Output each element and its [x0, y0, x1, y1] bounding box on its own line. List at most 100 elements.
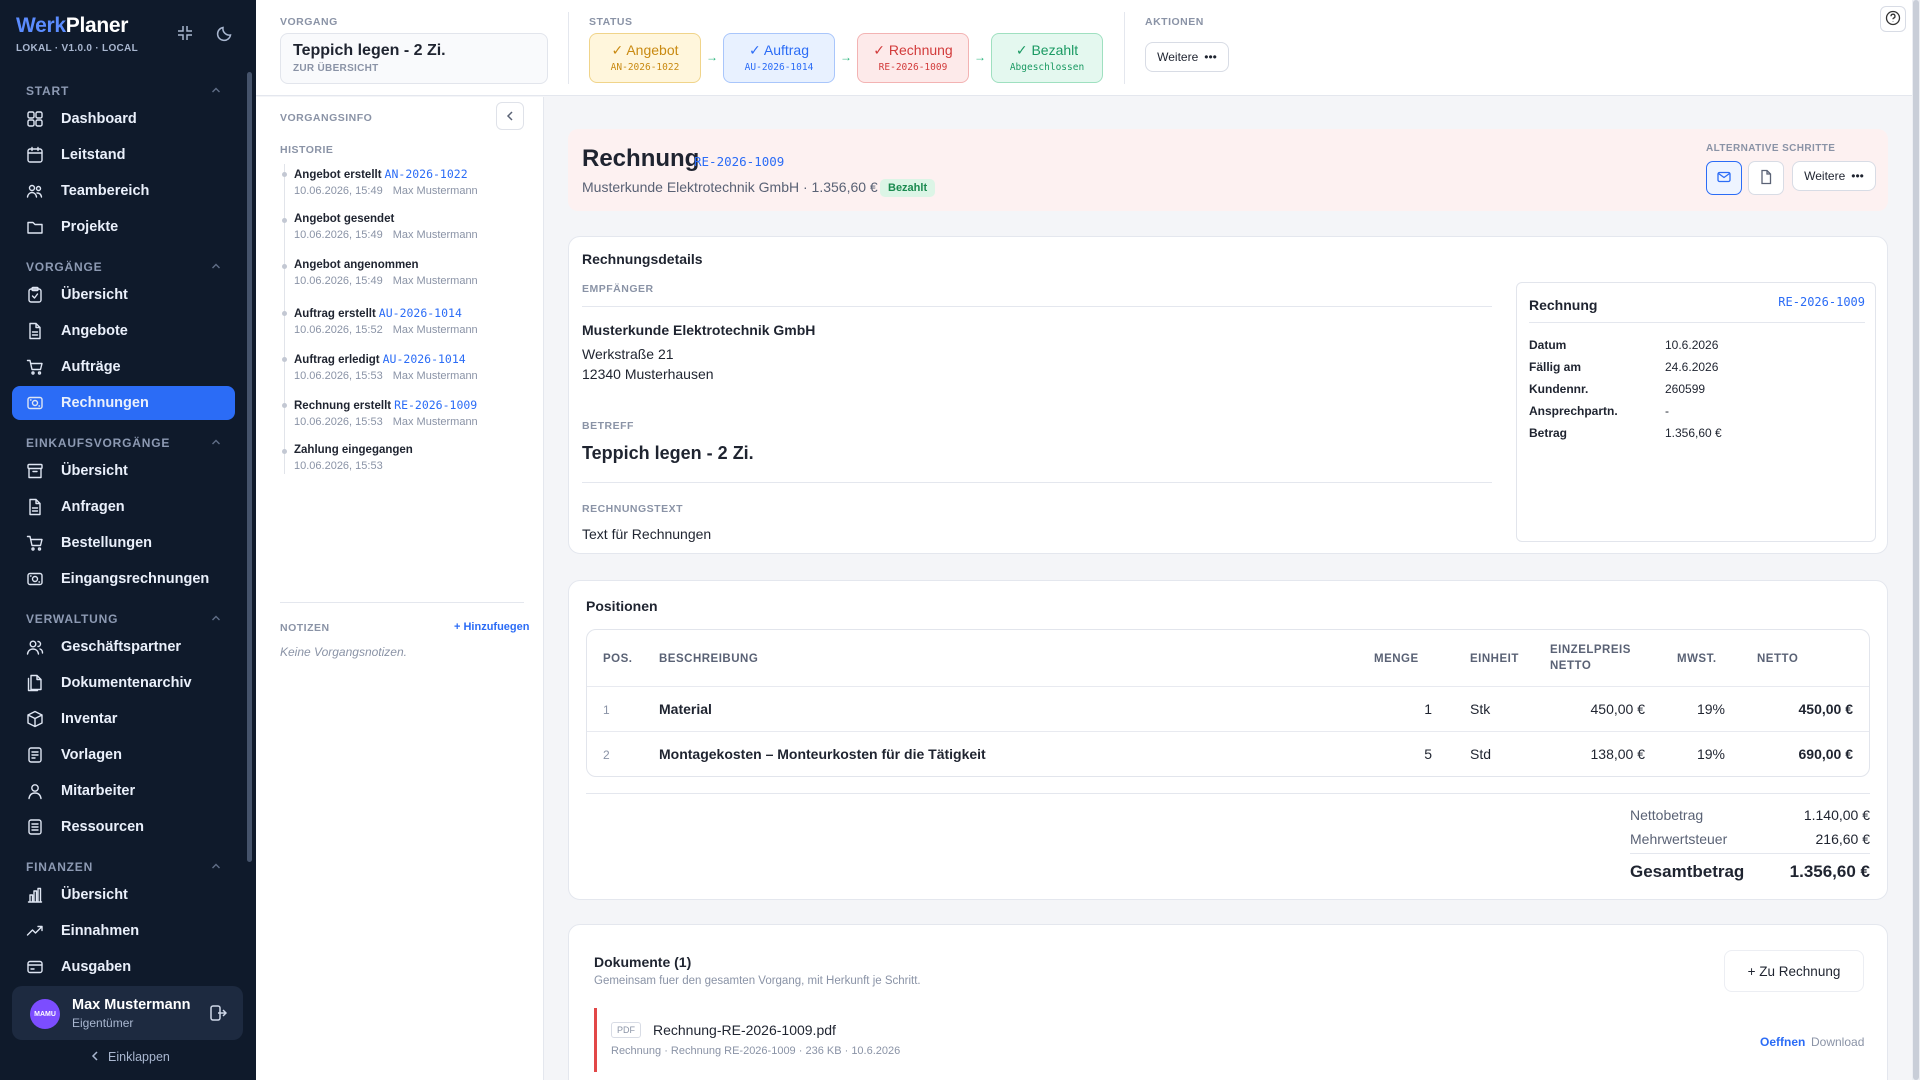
sidebar-scrollbar[interactable]	[247, 72, 252, 862]
download-document-link[interactable]: Download	[1811, 1035, 1864, 1049]
sidebar-item-verwaltung-geschaeftspartner[interactable]: Geschäftspartner	[12, 630, 235, 664]
more-actions-label: Weitere	[1157, 50, 1199, 64]
more-actions-button[interactable]: Weitere •••	[1145, 42, 1229, 72]
check-icon: ✓	[749, 42, 764, 58]
archive-icon	[26, 462, 44, 480]
status-step-rechnung[interactable]: ✓ Rechnung RE-2026-1009	[857, 33, 969, 83]
dark-mode-icon[interactable]	[216, 24, 236, 44]
invoice-number[interactable]: RE-2026-1009	[694, 154, 784, 169]
send-email-button[interactable]	[1706, 161, 1742, 195]
cart-icon	[26, 358, 44, 376]
sidebar-item-vorgaenge-auftraege[interactable]: Aufträge	[12, 350, 235, 384]
users-icon	[26, 638, 44, 656]
add-note-link[interactable]: + Hinzufuegen	[454, 621, 529, 633]
status-name-row: ✓ Auftrag	[724, 42, 834, 59]
col-price-2: NETTO	[1550, 660, 1592, 672]
app-logo[interactable]: WerkPlaner LOKAL · V1.0.0 · LOCAL	[16, 14, 138, 54]
history-action-row: Angebot gesendet	[294, 213, 534, 225]
table-row[interactable]: 1 Material 1 Stk 450,00 € 19% 450,00 €	[587, 686, 1869, 731]
logout-icon[interactable]	[209, 1004, 228, 1022]
history-user: Max Mustermann	[392, 369, 478, 382]
document-name[interactable]: Rechnung-RE-2026-1009.pdf	[653, 1022, 836, 1038]
alt-more-label: Weitere	[1804, 169, 1846, 183]
sidebar-section-finanzen[interactable]: FINANZEN	[26, 860, 221, 874]
sidebar-item-label: Anfragen	[61, 499, 125, 515]
pdf-button[interactable]	[1748, 161, 1784, 195]
sidebar-item-verwaltung-ressourcen[interactable]: Ressourcen	[12, 810, 235, 844]
history-action-row: Auftrag erstellt AU-2026-1014	[294, 306, 534, 320]
sidebar-item-verwaltung-dokumentenarchiv[interactable]: Dokumentenarchiv	[12, 666, 235, 700]
topbar: VORGANG Teppich legen - 2 Zi. ZUR ÜBERSI…	[256, 0, 1920, 96]
minimize-icon[interactable]	[176, 24, 196, 44]
status-name-row: ✓ Rechnung	[858, 42, 968, 59]
sidebar-section-einkaufsvorgaenge[interactable]: EINKAUFSVORGÄNGE	[26, 436, 221, 450]
history-time: 10.06.2026, 15:53	[294, 369, 383, 382]
section-title: START	[26, 84, 70, 98]
status-name: Bezahlt	[1031, 42, 1079, 58]
sidebar-section-start[interactable]: START	[26, 84, 221, 98]
sidebar-item-einkaufsvorgaenge-bestellungen[interactable]: Bestellungen	[12, 526, 235, 560]
cell-vat: 19%	[1696, 701, 1725, 717]
sidebar-item-einkaufsvorgaenge-anfragen[interactable]: Anfragen	[12, 490, 235, 524]
template-icon	[26, 746, 44, 764]
document-icon	[26, 322, 44, 340]
history-item: Zahlung eingegangen 10.06.2026, 15:53	[282, 444, 534, 472]
vorgang-selector[interactable]: Teppich legen - 2 Zi. ZUR ÜBERSICHT	[280, 33, 548, 84]
user-card[interactable]: MAMU Max Mustermann Eigentümer	[12, 986, 243, 1040]
sidebar-section-verwaltung[interactable]: VERWALTUNG	[26, 612, 221, 626]
sidebar-item-finanzen-einnahmen[interactable]: Einnahmen	[12, 914, 235, 948]
cell-price: 450,00 €	[1590, 701, 1646, 717]
help-button[interactable]	[1880, 6, 1906, 32]
history-action: Zahlung eingegangen	[294, 444, 413, 457]
sidebar-item-finanzen-ausgaben[interactable]: Ausgaben	[12, 950, 235, 984]
status-step-angebot[interactable]: ✓ Angebot AN-2026-1022	[589, 33, 701, 83]
history-ref-link[interactable]: AU-2026-1014	[379, 306, 462, 320]
chevron-up-icon	[211, 860, 221, 870]
positions-title: Positionen	[586, 598, 658, 614]
sidebar-item-vorgaenge-angebote[interactable]: Angebote	[12, 314, 235, 348]
collapse-info-button[interactable]	[496, 102, 524, 130]
status-step-auftrag[interactable]: ✓ Auftrag AU-2026-1014	[723, 33, 835, 83]
col-desc: BESCHREIBUNG	[659, 653, 759, 665]
sidebar-item-start-dashboard[interactable]: Dashboard	[12, 102, 235, 136]
history-ref-link[interactable]: AN-2026-1022	[385, 167, 468, 181]
cell-pos: 1	[603, 703, 610, 717]
open-document-link[interactable]: Oeffnen	[1760, 1035, 1805, 1049]
status-step-bezahlt[interactable]: ✓ Bezahlt Abgeschlossen	[991, 33, 1103, 83]
sidebar-item-vorgaenge-rechnungen[interactable]: Rechnungen	[12, 386, 235, 420]
history-item: Angebot erstellt AN-2026-1022 10.06.2026, …	[282, 167, 534, 197]
box-number[interactable]: RE-2026-1009	[1778, 295, 1865, 309]
status-code: AU-2026-1014	[744, 62, 814, 73]
sidebar-item-label: Ausgaben	[61, 959, 132, 975]
total-label-mehrwertsteuer: Mehrwertsteuer	[1630, 831, 1728, 847]
history-ref-link[interactable]: AU-2026-1014	[383, 352, 466, 366]
total-label-nettobetrag: Nettobetrag	[1630, 807, 1704, 823]
cell-price: 138,00 €	[1590, 746, 1646, 762]
sidebar-item-verwaltung-vorlagen[interactable]: Vorlagen	[12, 738, 235, 772]
status-name-row: ✓ Bezahlt	[992, 42, 1102, 59]
arrow-right-icon: →	[840, 50, 852, 64]
page-scrollbar[interactable]	[1912, 0, 1920, 1080]
sidebar-item-start-projekte[interactable]: Projekte	[12, 210, 235, 244]
positions-table: POS. BESCHREIBUNG MENGE EINHEIT EINZELPR…	[586, 629, 1870, 777]
sidebar-item-verwaltung-inventar[interactable]: Inventar	[12, 702, 235, 736]
user-role: Eigentümer	[72, 1016, 134, 1030]
add-document-button[interactable]: + Zu Rechnung	[1724, 950, 1864, 992]
alt-more-button[interactable]: Weitere •••	[1792, 161, 1876, 191]
sidebar-section-vorgaenge[interactable]: VORGÄNGE	[26, 260, 221, 274]
sidebar-item-verwaltung-mitarbeiter[interactable]: Mitarbeiter	[12, 774, 235, 808]
history-ref-link[interactable]: RE-2026-1009	[394, 398, 477, 412]
back-to-overview-link[interactable]: ZUR ÜBERSICHT	[293, 63, 535, 74]
sidebar-item-vorgaenge-uebersicht[interactable]: Übersicht	[12, 278, 235, 312]
col-net: NETTO	[1757, 653, 1799, 665]
table-row[interactable]: 2 Montagekosten – Monteurkosten für die T…	[587, 731, 1869, 776]
collapse-label: Einklappen	[108, 1050, 170, 1064]
cell-net: 690,00 €	[1798, 746, 1854, 762]
sidebar-item-finanzen-uebersicht[interactable]: Übersicht	[12, 878, 235, 912]
sidebar-item-start-leitstand[interactable]: Leitstand	[12, 138, 235, 172]
sidebar-item-einkaufsvorgaenge-uebersicht[interactable]: Übersicht	[12, 454, 235, 488]
sidebar-item-start-teambereich[interactable]: Teambereich	[12, 174, 235, 208]
sidebar-item-einkaufsvorgaenge-eingangsrechnungen[interactable]: Eingangsrechnungen	[12, 562, 235, 596]
col-vat: MWST.	[1677, 653, 1717, 665]
collapse-sidebar-button[interactable]: Einklappen	[90, 1050, 170, 1064]
